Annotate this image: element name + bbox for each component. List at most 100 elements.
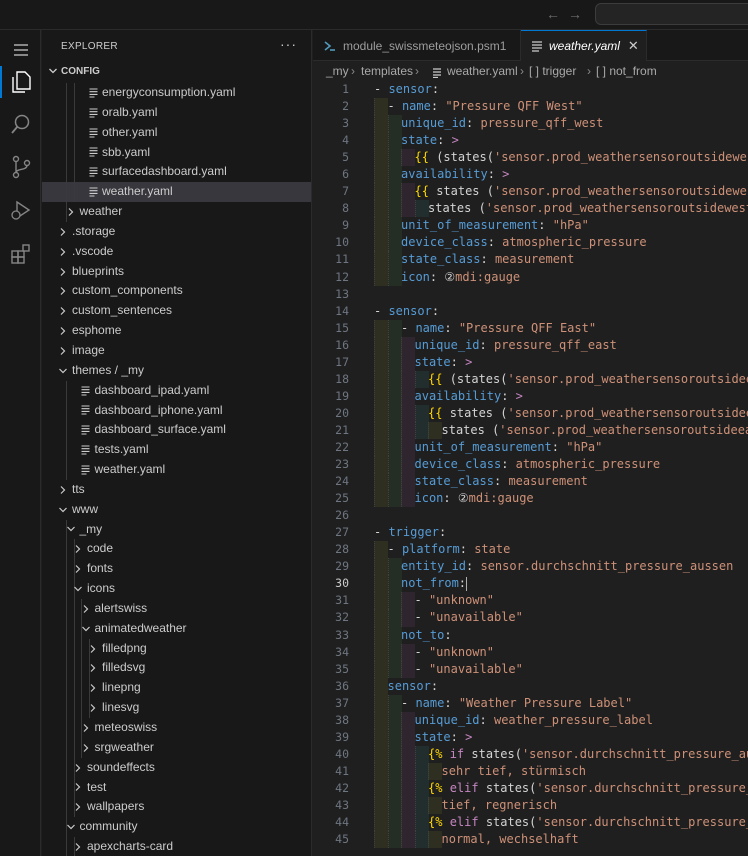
- line-number: 21: [335, 422, 349, 437]
- indent-guide: [387, 762, 402, 780]
- chevron-down-icon: [48, 65, 58, 79]
- line-number: 42: [335, 780, 349, 795]
- tree-file[interactable]: energyconsumption.yaml: [42, 83, 311, 103]
- tree-folder[interactable]: filledpng: [42, 638, 311, 659]
- tree-folder[interactable]: icons: [42, 579, 311, 599]
- tree-folder[interactable]: .storage: [42, 222, 311, 242]
- tree-folder[interactable]: community: [42, 817, 311, 838]
- title-bar: ← →: [0, 0, 748, 30]
- tree-folder[interactable]: wallpapers: [42, 797, 311, 818]
- tree-file[interactable]: dashboard_iphone.yaml: [42, 400, 311, 421]
- code-token: :: [431, 82, 440, 96]
- indent-guide: [81, 698, 82, 718]
- indent-guide: [414, 814, 429, 832]
- line-number: 23: [335, 457, 349, 472]
- tree-folder[interactable]: srgweather: [42, 737, 311, 758]
- indent-guide: [374, 421, 388, 439]
- tree-folder[interactable]: linesvg: [42, 698, 311, 718]
- code-line: 20 {{ states ('sensor.prod_weathersensoro…: [313, 404, 748, 422]
- tree-file[interactable]: dashboard_surface.yaml: [42, 420, 311, 441]
- tab-module-swissmeteojson[interactable]: module_swissmeteojson.psm1: [313, 30, 521, 61]
- chevron-right-icon: [72, 539, 84, 559]
- code-text: state_class: measurement: [401, 251, 574, 268]
- workspace-section-header[interactable]: CONFIG: [42, 61, 311, 83]
- chevron-right-icon: [57, 480, 69, 500]
- tree-folder[interactable]: custom_components: [42, 281, 311, 301]
- tree-folder[interactable]: esphome: [42, 321, 311, 341]
- chevron-down-icon: [80, 619, 92, 639]
- tree-folder[interactable]: blueprints: [42, 262, 311, 282]
- tree-item-label: weather.yaml: [94, 462, 166, 477]
- tree-folder[interactable]: _my: [42, 519, 311, 540]
- tree-file[interactable]: dashboard_ipad.yaml: [42, 380, 311, 401]
- code-text: availability: >: [415, 388, 523, 405]
- breadcrumb-not-from[interactable]: [ ] not_from: [596, 64, 657, 78]
- tab-weather-yaml[interactable]: weather.yaml ✕: [521, 30, 647, 61]
- extensions-icon[interactable]: [0, 234, 41, 274]
- tree-folder[interactable]: image: [42, 341, 311, 361]
- tree-folder[interactable]: test: [42, 777, 311, 798]
- code-token: >: [465, 729, 473, 744]
- code-text: unit_of_measurement: "hPa": [401, 217, 589, 234]
- tree-file[interactable]: weather.yaml: [42, 182, 311, 203]
- line-number: 7: [342, 184, 349, 199]
- tree-folder[interactable]: custom_sentences: [42, 301, 311, 321]
- tree-folder[interactable]: weather: [42, 202, 311, 222]
- tree-file[interactable]: sbb.yaml: [42, 142, 311, 163]
- tree-folder[interactable]: fonts: [42, 559, 311, 580]
- breadcrumb-file[interactable]: weather.yaml: [447, 64, 518, 78]
- tree-folder[interactable]: themes / _my: [42, 361, 311, 381]
- code-token: name: [415, 695, 445, 710]
- code-line: 32 - "unavailable": [313, 609, 748, 627]
- code-editor[interactable]: 1 - sensor: 2 - name: "Pressure QFF West" 3 u…: [313, 81, 748, 849]
- tree-file[interactable]: tests.yaml: [42, 440, 311, 461]
- explorer-icon[interactable]: [0, 62, 41, 102]
- code-text: availability: >: [401, 166, 509, 183]
- tree-file[interactable]: weather.yaml: [42, 460, 311, 480]
- more-actions-icon[interactable]: ···: [280, 36, 297, 52]
- code-token: -: [401, 695, 416, 710]
- line-number: 12: [335, 269, 349, 284]
- file-lines-icon: [87, 103, 99, 123]
- tree-folder[interactable]: linepng: [42, 678, 311, 699]
- code-token: mdi:gauge: [468, 491, 534, 506]
- breadcrumb-my[interactable]: _my: [326, 64, 349, 78]
- chevron-right-icon: ›: [415, 64, 419, 78]
- code-token: >: [502, 167, 510, 182]
- tree-file[interactable]: other.yaml: [42, 122, 311, 143]
- code-line: 24 state_class: measurement: [313, 473, 748, 491]
- tree-folder[interactable]: alertswiss: [42, 598, 311, 619]
- breadcrumb-trigger[interactable]: [ ] trigger: [529, 64, 576, 78]
- chevron-right-icon: [57, 321, 69, 341]
- search-icon[interactable]: [0, 104, 41, 144]
- tree-folder[interactable]: soundeffects: [42, 757, 311, 778]
- code-token: {{: [414, 184, 437, 199]
- code-line: 45 normal, wechselhaft: [313, 831, 748, 849]
- indent-guide: [66, 182, 67, 203]
- tree-folder[interactable]: animatedweather: [42, 618, 311, 639]
- tree-folder[interactable]: .vscode: [42, 242, 311, 262]
- tree-folder[interactable]: code: [42, 539, 311, 560]
- tree-folder[interactable]: apexcharts-card: [42, 837, 311, 856]
- code-line: 39 state: >: [313, 728, 748, 746]
- indent-guide: [387, 336, 402, 354]
- tree-file[interactable]: surfacedashboard.yaml: [42, 162, 311, 183]
- line-number: 16: [335, 337, 349, 352]
- command-center-search[interactable]: [595, 3, 748, 25]
- tree-folder[interactable]: tts: [42, 480, 311, 500]
- breadcrumb-templates[interactable]: templates: [361, 64, 413, 78]
- code-token: platform: [401, 542, 460, 557]
- back-arrow-icon[interactable]: ←: [545, 6, 561, 22]
- indent-guide: [73, 102, 75, 123]
- indent-guide: [66, 757, 67, 778]
- forward-arrow-icon[interactable]: →: [567, 6, 583, 22]
- tree-item-label: www: [72, 501, 98, 516]
- tree-folder[interactable]: meteoswiss: [42, 718, 311, 738]
- close-icon[interactable]: ✕: [628, 38, 639, 54]
- tree-folder[interactable]: filledsvg: [42, 658, 311, 679]
- tree-file[interactable]: oralb.yaml: [42, 102, 311, 123]
- run-debug-icon[interactable]: [0, 190, 41, 230]
- code-token: sensor: [387, 678, 431, 693]
- source-control-icon[interactable]: [0, 147, 41, 187]
- tree-folder[interactable]: www: [42, 500, 311, 520]
